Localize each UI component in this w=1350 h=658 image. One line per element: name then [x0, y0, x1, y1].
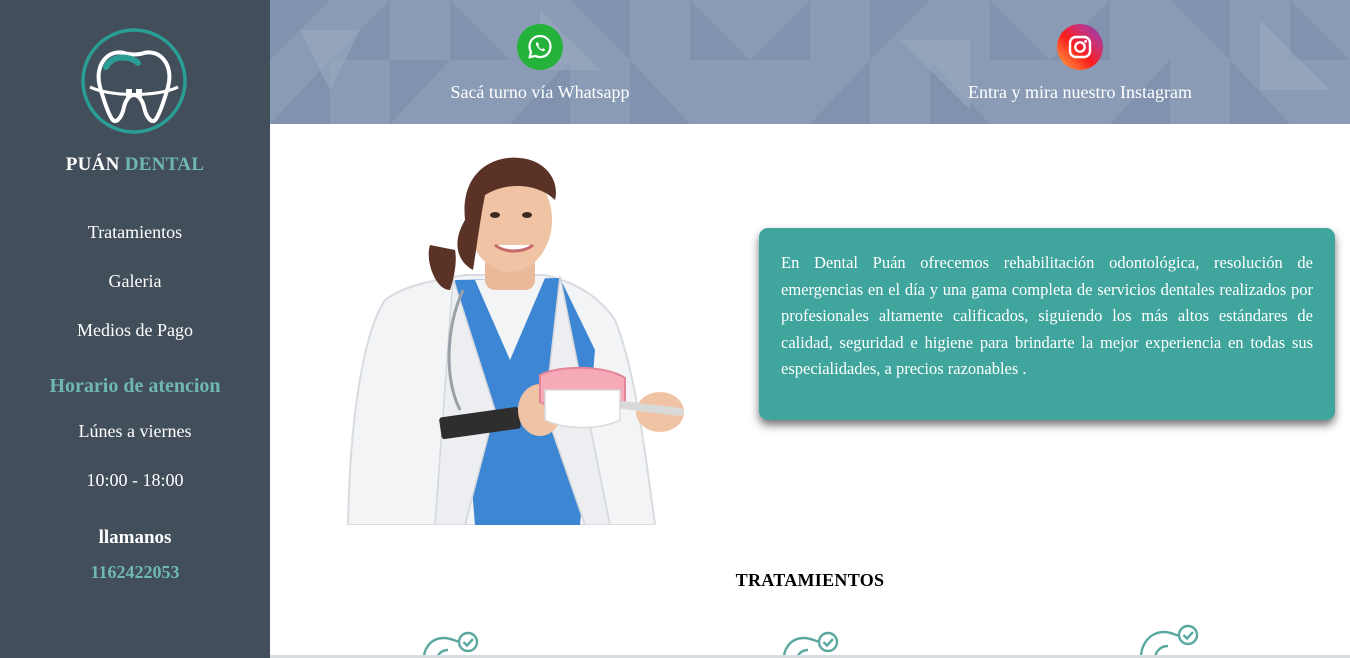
about-description: En Dental Puán ofrecemos rehabilitación … [781, 253, 1313, 378]
tooth-check-icon[interactable] [778, 624, 842, 658]
phone-number[interactable]: 1162422053 [0, 562, 270, 583]
brand-first: PUÁN [65, 154, 120, 175]
brand-second: DENTAL [124, 154, 205, 175]
nav-medios-de-pago[interactable]: Medios de Pago [0, 320, 270, 341]
whatsapp-link[interactable]: Sacá turno vía Whatsapp [410, 24, 670, 103]
call-title: llamanos [98, 527, 172, 548]
header-banner: Sacá turno vía Whatsapp Entra y mira nue… [270, 0, 1350, 124]
instagram-link[interactable]: Entra y mira nuestro Instagram [930, 24, 1230, 103]
sidebar: PUÁN DENTAL Tratamientos Galeria Medios … [0, 0, 270, 658]
whatsapp-icon[interactable] [517, 24, 563, 70]
nav-tratamientos[interactable]: Tratamientos [0, 222, 270, 243]
hours-title: Horario de atencion [49, 375, 221, 397]
hours-days: Lúnes a viernes [78, 421, 192, 441]
brand-name: PUÁN DENTAL [0, 154, 270, 176]
tooth-check-icon[interactable] [418, 624, 482, 658]
about-card: En Dental Puán ofrecemos rehabilitación … [759, 228, 1335, 420]
tooth-logo-icon[interactable] [80, 27, 188, 135]
nav-galeria[interactable]: Galeria [0, 271, 270, 292]
dentist-photo [346, 157, 684, 525]
hours-time: 10:00 - 18:00 [86, 470, 184, 490]
tooth-check-icon[interactable] [1138, 624, 1202, 658]
instagram-label: Entra y mira nuestro Instagram [968, 82, 1192, 102]
whatsapp-label: Sacá turno vía Whatsapp [450, 82, 630, 102]
section-title-tratamientos: TRATAMIENTOS [735, 570, 885, 590]
instagram-icon[interactable] [1057, 24, 1103, 70]
